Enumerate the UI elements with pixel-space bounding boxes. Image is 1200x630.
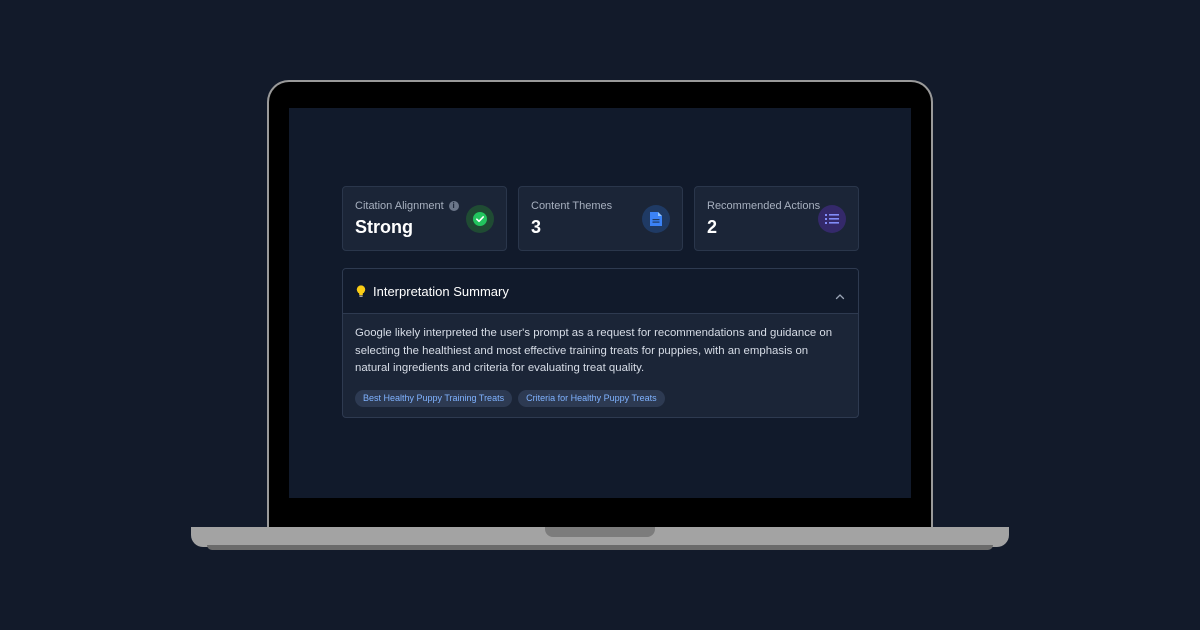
tag[interactable]: Best Healthy Puppy Training Treats (355, 389, 513, 407)
document-icon (642, 205, 670, 233)
stat-value: 2 (707, 217, 718, 237)
stat-label: Citation Alignment i (355, 200, 459, 212)
interpretation-summary-panel: Interpretation Summary Google likely int… (342, 268, 859, 418)
panel-header[interactable]: Interpretation Summary (343, 269, 858, 314)
tag-list: Best Healthy Puppy Training Treats Crite… (355, 389, 846, 407)
stat-value: Strong (355, 217, 413, 237)
stat-card-content-themes: Content Themes 3 (518, 186, 683, 251)
stage: Citation Alignment i Strong Content Theme… (0, 0, 1200, 630)
laptop-base-shadow (207, 545, 993, 550)
stat-label-text: Citation Alignment (355, 200, 444, 212)
info-icon[interactable]: i (448, 201, 459, 212)
stat-value: 3 (531, 217, 542, 237)
stat-label: Content Themes (531, 200, 613, 212)
tag[interactable]: Criteria for Healthy Puppy Treats (518, 389, 665, 407)
laptop-screen: Citation Alignment i Strong Content Theme… (289, 108, 911, 498)
check-circle-icon (466, 205, 494, 233)
panel-body: Google likely interpreted the user's pro… (343, 314, 858, 407)
chevron-up-icon[interactable] (835, 287, 845, 305)
stat-card-recommended-actions: Recommended Actions 2 (694, 186, 859, 251)
summary-text: Google likely interpreted the user's pro… (355, 327, 833, 374)
stat-label: Recommended Actions (707, 200, 821, 212)
list-icon (818, 205, 846, 233)
panel-title: Interpretation Summary (373, 284, 509, 299)
laptop-notch (545, 527, 655, 537)
lightbulb-icon (356, 285, 366, 303)
stat-card-citation-alignment: Citation Alignment i Strong (342, 186, 507, 251)
